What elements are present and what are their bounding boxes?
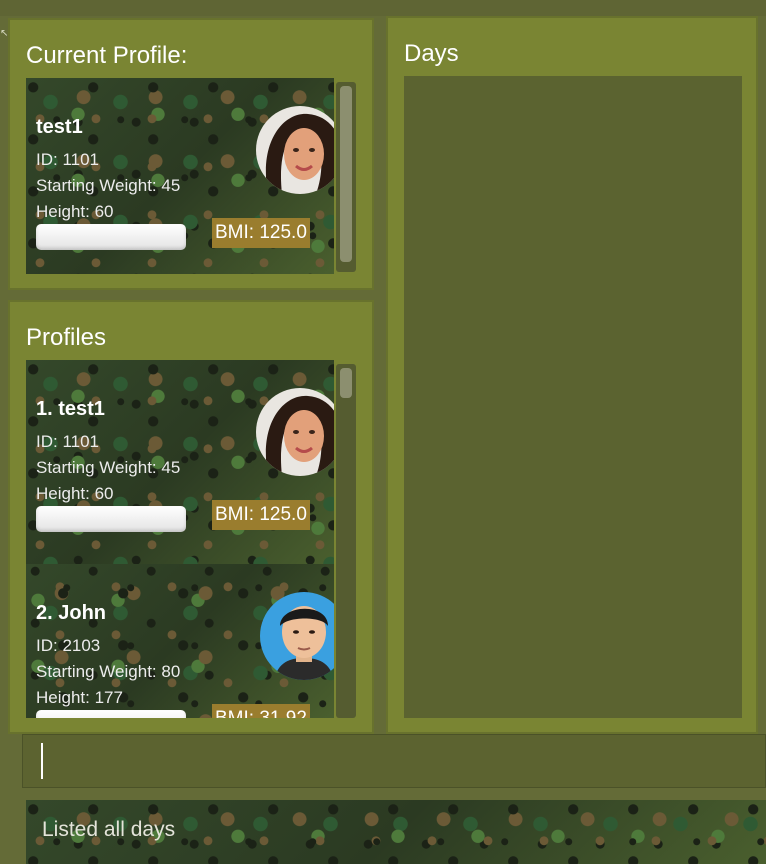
profile-starting-weight: Starting Weight: 45 [36, 176, 181, 195]
result-message: Listed all days [42, 818, 176, 841]
female-avatar-icon [256, 106, 334, 194]
current-profile-title: Current Profile: [26, 42, 188, 69]
profile-name: 1. test1 [36, 398, 105, 420]
bmi-badge: BMI: 125.0 [212, 500, 310, 530]
profile-list-item[interactable]: 2. John ID: 2103 Starting Weight: 80 Hei… [26, 564, 334, 718]
profile-starting-weight: Starting Weight: 45 [36, 458, 181, 477]
profile-starting-weight: Starting Weight: 80 [36, 662, 181, 681]
male-avatar-icon [260, 592, 334, 680]
bmi-badge: BMI: 31.92 [212, 704, 310, 718]
current-profile-card[interactable]: test1 ID: 1101 Starting Weight: 45 Heigh… [26, 78, 334, 274]
resize-corner-icon: ↖ [0, 28, 9, 39]
current-profile-scroll-thumb[interactable] [340, 86, 352, 262]
current-profile-panel: Current Profile: test1 ID: 1101 Starting… [8, 18, 374, 290]
weight-progress-bar [36, 224, 186, 250]
profile-id: ID: 1101 [36, 432, 100, 451]
weight-progress-bar [36, 710, 186, 718]
days-panel: Days [386, 16, 758, 734]
profiles-scrollbar[interactable] [336, 364, 356, 718]
profiles-title: Profiles [26, 324, 107, 351]
days-list[interactable] [404, 76, 742, 718]
female-avatar-icon [256, 388, 334, 476]
days-title: Days [404, 40, 459, 67]
profile-height: Height: 60 [36, 202, 114, 221]
window-top-strip [0, 0, 766, 16]
command-input[interactable] [22, 734, 766, 788]
weight-progress-bar [36, 506, 186, 532]
profile-name: 2. John [36, 602, 107, 624]
text-caret [41, 743, 43, 779]
profiles-scroll-thumb[interactable] [340, 368, 352, 398]
profile-height: Height: 60 [36, 484, 114, 503]
profiles-panel: Profiles 1. test1 ID: 1101 Starting Weig… [8, 300, 374, 734]
current-profile-scrollbar[interactable] [336, 82, 356, 272]
profile-name: test1 [36, 116, 83, 138]
profile-id: ID: 2103 [36, 636, 101, 655]
result-display: Listed all days [26, 800, 766, 864]
profile-id: ID: 1101 [36, 150, 100, 169]
profile-list-item[interactable]: 1. test1 ID: 1101 Starting Weight: 45 He… [26, 360, 334, 564]
profile-height: Height: 177 [36, 688, 123, 707]
bmi-badge: BMI: 125.0 [212, 218, 310, 248]
